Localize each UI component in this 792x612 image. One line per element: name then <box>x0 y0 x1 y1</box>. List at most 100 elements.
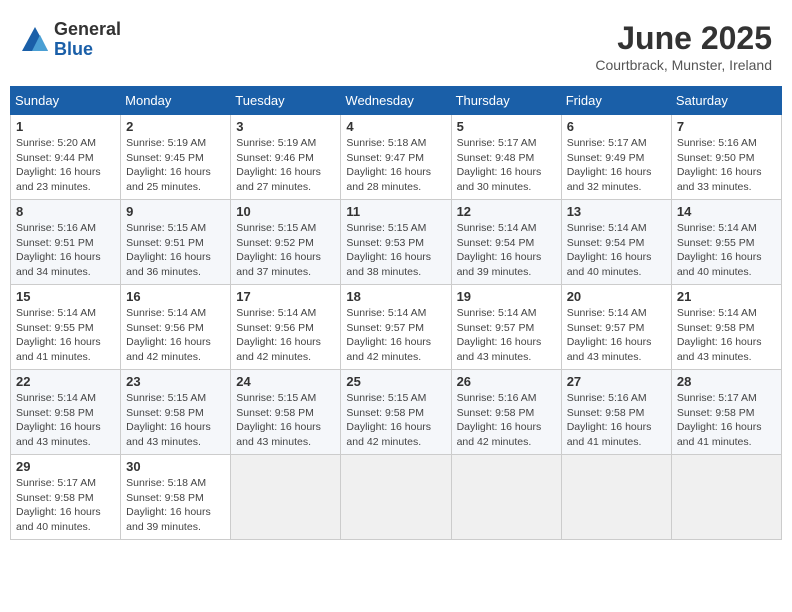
day-info: Sunrise: 5:18 AMSunset: 9:58 PMDaylight:… <box>126 476 225 535</box>
logo-general: General <box>54 19 121 39</box>
day-info: Sunrise: 5:16 AMSunset: 9:58 PMDaylight:… <box>567 391 666 450</box>
day-number: 30 <box>126 459 225 474</box>
calendar-cell: 1 Sunrise: 5:20 AMSunset: 9:44 PMDaylight… <box>11 115 121 200</box>
day-info: Sunrise: 5:14 AMSunset: 9:56 PMDaylight:… <box>126 306 225 365</box>
calendar-table: Sunday Monday Tuesday Wednesday Thursday… <box>10 86 782 540</box>
calendar-cell: 22 Sunrise: 5:14 AMSunset: 9:58 PMDayligh… <box>11 370 121 455</box>
calendar-cell: 8Sunrise: 5:16 AMSunset: 9:51 PMDaylight… <box>11 200 121 285</box>
day-number: 15 <box>16 289 115 304</box>
day-number: 14 <box>677 204 776 219</box>
calendar-cell: 16 Sunrise: 5:14 AMSunset: 9:56 PMDayligh… <box>121 285 231 370</box>
day-number: 22 <box>16 374 115 389</box>
calendar-cell: 11Sunrise: 5:15 AMSunset: 9:53 PMDayligh… <box>341 200 451 285</box>
day-info: Sunrise: 5:15 AMSunset: 9:58 PMDaylight:… <box>236 391 335 450</box>
month-title: June 2025 <box>595 20 772 57</box>
calendar-cell: 18 Sunrise: 5:14 AMSunset: 9:57 PMDayligh… <box>341 285 451 370</box>
day-number: 2 <box>126 119 225 134</box>
day-number: 18 <box>346 289 445 304</box>
calendar-cell: 24 Sunrise: 5:15 AMSunset: 9:58 PMDayligh… <box>231 370 341 455</box>
col-thursday: Thursday <box>451 87 561 115</box>
day-info: Sunrise: 5:14 AMSunset: 9:56 PMDaylight:… <box>236 306 335 365</box>
calendar-cell: 6 Sunrise: 5:17 AMSunset: 9:49 PMDaylight… <box>561 115 671 200</box>
calendar-cell <box>671 455 781 540</box>
calendar-cell: 3 Sunrise: 5:19 AMSunset: 9:46 PMDaylight… <box>231 115 341 200</box>
day-number: 7 <box>677 119 776 134</box>
calendar-cell: 12Sunrise: 5:14 AMSunset: 9:54 PMDayligh… <box>451 200 561 285</box>
day-info: Sunrise: 5:14 AMSunset: 9:54 PMDaylight:… <box>567 221 666 280</box>
calendar-cell: 13 Sunrise: 5:14 AMSunset: 9:54 PMDayligh… <box>561 200 671 285</box>
day-number: 4 <box>346 119 445 134</box>
day-number: 23 <box>126 374 225 389</box>
day-info: Sunrise: 5:14 AMSunset: 9:57 PMDaylight:… <box>346 306 445 365</box>
day-info: Sunrise: 5:20 AMSunset: 9:44 PMDaylight:… <box>16 136 115 195</box>
day-info: Sunrise: 5:14 AMSunset: 9:57 PMDaylight:… <box>567 306 666 365</box>
week-row-4: 22 Sunrise: 5:14 AMSunset: 9:58 PMDayligh… <box>11 370 782 455</box>
day-info: Sunrise: 5:18 AMSunset: 9:47 PMDaylight:… <box>346 136 445 195</box>
day-info: Sunrise: 5:14 AMSunset: 9:58 PMDaylight:… <box>677 306 776 365</box>
calendar-cell: 26Sunrise: 5:16 AMSunset: 9:58 PMDayligh… <box>451 370 561 455</box>
col-monday: Monday <box>121 87 231 115</box>
logo-text: General Blue <box>54 20 121 60</box>
day-number: 19 <box>457 289 556 304</box>
logo: General Blue <box>20 20 121 60</box>
day-number: 1 <box>16 119 115 134</box>
calendar-cell: 2 Sunrise: 5:19 AMSunset: 9:45 PMDaylight… <box>121 115 231 200</box>
day-info: Sunrise: 5:15 AMSunset: 9:58 PMDaylight:… <box>346 391 445 450</box>
col-friday: Friday <box>561 87 671 115</box>
calendar-cell: 10 Sunrise: 5:15 AMSunset: 9:52 PMDayligh… <box>231 200 341 285</box>
week-row-5: 29 Sunrise: 5:17 AMSunset: 9:58 PMDayligh… <box>11 455 782 540</box>
calendar-cell: 21 Sunrise: 5:14 AMSunset: 9:58 PMDayligh… <box>671 285 781 370</box>
day-info: Sunrise: 5:14 AMSunset: 9:55 PMDaylight:… <box>677 221 776 280</box>
day-info: Sunrise: 5:15 AMSunset: 9:51 PMDaylight:… <box>126 221 225 280</box>
calendar-cell: 30 Sunrise: 5:18 AMSunset: 9:58 PMDayligh… <box>121 455 231 540</box>
calendar-cell <box>561 455 671 540</box>
day-number: 28 <box>677 374 776 389</box>
day-info: Sunrise: 5:14 AMSunset: 9:55 PMDaylight:… <box>16 306 115 365</box>
location: Courtbrack, Munster, Ireland <box>595 57 772 73</box>
day-info: Sunrise: 5:16 AMSunset: 9:50 PMDaylight:… <box>677 136 776 195</box>
day-info: Sunrise: 5:17 AMSunset: 9:58 PMDaylight:… <box>16 476 115 535</box>
day-number: 8 <box>16 204 115 219</box>
day-number: 3 <box>236 119 335 134</box>
day-number: 6 <box>567 119 666 134</box>
calendar-cell: 7 Sunrise: 5:16 AMSunset: 9:50 PMDaylight… <box>671 115 781 200</box>
day-number: 12 <box>457 204 556 219</box>
col-wednesday: Wednesday <box>341 87 451 115</box>
day-info: Sunrise: 5:19 AMSunset: 9:46 PMDaylight:… <box>236 136 335 195</box>
logo-icon <box>20 25 50 55</box>
day-number: 27 <box>567 374 666 389</box>
calendar-cell: 19 Sunrise: 5:14 AMSunset: 9:57 PMDayligh… <box>451 285 561 370</box>
calendar-cell: 5Sunrise: 5:17 AMSunset: 9:48 PMDaylight… <box>451 115 561 200</box>
calendar-cell <box>231 455 341 540</box>
calendar-cell: 25 Sunrise: 5:15 AMSunset: 9:58 PMDayligh… <box>341 370 451 455</box>
day-number: 24 <box>236 374 335 389</box>
day-number: 29 <box>16 459 115 474</box>
title-block: June 2025 Courtbrack, Munster, Ireland <box>595 20 772 73</box>
day-info: Sunrise: 5:19 AMSunset: 9:45 PMDaylight:… <box>126 136 225 195</box>
week-row-1: 1 Sunrise: 5:20 AMSunset: 9:44 PMDaylight… <box>11 115 782 200</box>
logo-blue: Blue <box>54 39 93 59</box>
calendar-cell <box>341 455 451 540</box>
week-row-2: 8Sunrise: 5:16 AMSunset: 9:51 PMDaylight… <box>11 200 782 285</box>
day-number: 25 <box>346 374 445 389</box>
calendar-cell: 29 Sunrise: 5:17 AMSunset: 9:58 PMDayligh… <box>11 455 121 540</box>
day-info: Sunrise: 5:17 AMSunset: 9:58 PMDaylight:… <box>677 391 776 450</box>
day-info: Sunrise: 5:15 AMSunset: 9:53 PMDaylight:… <box>346 221 445 280</box>
day-info: Sunrise: 5:15 AMSunset: 9:58 PMDaylight:… <box>126 391 225 450</box>
page-header: General Blue June 2025 Courtbrack, Munst… <box>10 10 782 78</box>
calendar-cell: 15 Sunrise: 5:14 AMSunset: 9:55 PMDayligh… <box>11 285 121 370</box>
day-number: 17 <box>236 289 335 304</box>
day-info: Sunrise: 5:14 AMSunset: 9:58 PMDaylight:… <box>16 391 115 450</box>
day-number: 5 <box>457 119 556 134</box>
day-info: Sunrise: 5:15 AMSunset: 9:52 PMDaylight:… <box>236 221 335 280</box>
day-number: 10 <box>236 204 335 219</box>
day-number: 21 <box>677 289 776 304</box>
day-info: Sunrise: 5:17 AMSunset: 9:49 PMDaylight:… <box>567 136 666 195</box>
col-tuesday: Tuesday <box>231 87 341 115</box>
day-number: 13 <box>567 204 666 219</box>
calendar-cell: 27 Sunrise: 5:16 AMSunset: 9:58 PMDayligh… <box>561 370 671 455</box>
day-number: 16 <box>126 289 225 304</box>
day-info: Sunrise: 5:14 AMSunset: 9:57 PMDaylight:… <box>457 306 556 365</box>
calendar-cell: 28 Sunrise: 5:17 AMSunset: 9:58 PMDayligh… <box>671 370 781 455</box>
col-sunday: Sunday <box>11 87 121 115</box>
